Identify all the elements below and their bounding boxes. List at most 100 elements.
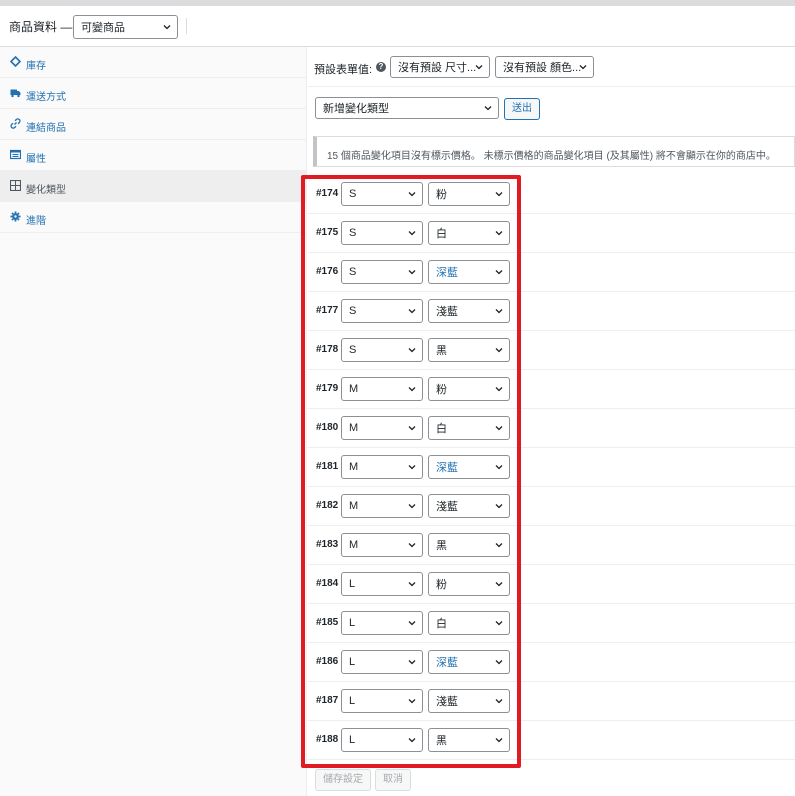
diamond-icon <box>10 56 21 67</box>
variation-color-value: 粉 <box>436 579 447 591</box>
save-changes-button[interactable]: 儲存設定 <box>315 769 371 791</box>
add-variation-select[interactable]: 新增變化類型 <box>315 97 499 119</box>
variation-id: #184 <box>316 578 339 589</box>
variation-color-select[interactable]: 黑 <box>428 728 510 752</box>
variation-size-select[interactable]: M <box>341 494 423 518</box>
chevron-down-icon <box>494 501 504 511</box>
default-form-values-label: 預設表單值: <box>314 64 373 76</box>
variation-color-select[interactable]: 淺藍 <box>428 299 510 323</box>
chevron-down-icon <box>407 501 417 511</box>
chevron-down-icon <box>407 228 417 238</box>
variation-color-value: 深藍 <box>436 657 458 669</box>
cancel-button[interactable]: 取消 <box>375 769 411 791</box>
variation-color-value: 淺藍 <box>436 306 458 318</box>
chevron-down-icon <box>483 103 493 113</box>
tab-attributes[interactable]: 屬性 <box>0 140 306 171</box>
variation-row[interactable]: #184 L 粉 <box>308 565 795 604</box>
default-color-select[interactable]: 沒有預設 顏色... <box>495 56 594 78</box>
variation-size-select[interactable]: M <box>341 455 423 479</box>
variation-size-select[interactable]: M <box>341 533 423 557</box>
default-size-value: 沒有預設 尺寸... <box>398 62 477 74</box>
product-data-header: 商品資料 — 可變商品 <box>0 6 795 47</box>
variation-color-select[interactable]: 黑 <box>428 338 510 362</box>
variation-row[interactable]: #175 S 白 <box>308 214 795 253</box>
variation-size-value: L <box>349 578 356 590</box>
variation-size-select[interactable]: M <box>341 416 423 440</box>
variation-color-value: 黑 <box>436 345 447 357</box>
variation-size-select[interactable]: M <box>341 377 423 401</box>
variation-color-select[interactable]: 粉 <box>428 182 510 206</box>
variation-id: #176 <box>316 266 339 277</box>
help-icon[interactable]: ? <box>376 62 386 72</box>
variation-color-value: 淺藍 <box>436 501 458 513</box>
variation-color-select[interactable]: 粉 <box>428 377 510 401</box>
add-variation-value: 新增變化類型 <box>323 103 389 115</box>
variation-color-value: 淺藍 <box>436 696 458 708</box>
default-color-value: 沒有預設 顏色... <box>503 62 582 74</box>
variation-size-select[interactable]: S <box>341 338 423 362</box>
chevron-down-icon <box>407 267 417 277</box>
chevron-down-icon <box>494 579 504 589</box>
variation-color-value: 粉 <box>436 189 447 201</box>
variation-color-select[interactable]: 白 <box>428 221 510 245</box>
variation-size-value: L <box>349 695 356 707</box>
list-icon <box>10 149 21 160</box>
default-size-select[interactable]: 沒有預設 尺寸... <box>390 56 490 78</box>
variation-size-select[interactable]: S <box>341 221 423 245</box>
variation-row[interactable]: #187 L 淺藍 <box>308 682 795 721</box>
chevron-down-icon <box>474 62 484 72</box>
chevron-down-icon <box>494 267 504 277</box>
variation-size-select[interactable]: S <box>341 260 423 284</box>
price-notice: 15 個商品變化項目沒有標示價格。 未標示價格的商品變化項目 (及其屬性) 將不… <box>313 136 795 167</box>
variation-color-select[interactable]: 深藍 <box>428 455 510 479</box>
variation-size-select[interactable]: L <box>341 572 423 596</box>
variation-row[interactable]: #180 M 白 <box>308 409 795 448</box>
variation-row[interactable]: #176 S 深藍 <box>308 253 795 292</box>
variation-color-select[interactable]: 深藍 <box>428 260 510 284</box>
variation-row[interactable]: #182 M 淺藍 <box>308 487 795 526</box>
variation-id: #185 <box>316 617 339 628</box>
variation-row[interactable]: #174 S 粉 <box>308 175 795 214</box>
go-button[interactable]: 送出 <box>504 98 540 120</box>
variation-color-select[interactable]: 白 <box>428 416 510 440</box>
variation-color-select[interactable]: 黑 <box>428 533 510 557</box>
variation-row[interactable]: #186 L 深藍 <box>308 643 795 682</box>
tab-inventory[interactable]: 庫存 <box>0 47 306 78</box>
variation-row[interactable]: #178 S 黑 <box>308 331 795 370</box>
variation-size-select[interactable]: L <box>341 650 423 674</box>
tab-shipping[interactable]: 運送方式 <box>0 78 306 109</box>
variation-size-select[interactable]: S <box>341 299 423 323</box>
tab-advanced[interactable]: 進階 <box>0 202 306 233</box>
chevron-down-icon <box>494 735 504 745</box>
variation-color-select[interactable]: 淺藍 <box>428 494 510 518</box>
variation-row[interactable]: #185 L 白 <box>308 604 795 643</box>
variation-size-value: S <box>349 266 357 278</box>
product-data-tabs: 庫存 運送方式 連結商品 屬性 變化類型 進階 <box>0 47 307 796</box>
gear-icon <box>10 211 21 222</box>
chevron-down-icon <box>407 384 417 394</box>
chevron-down-icon <box>494 423 504 433</box>
variation-size-value: S <box>349 344 357 356</box>
variation-size-select[interactable]: L <box>341 689 423 713</box>
variation-color-select[interactable]: 白 <box>428 611 510 635</box>
variation-row[interactable]: #179 M 粉 <box>308 370 795 409</box>
tab-variations[interactable]: 變化類型 <box>0 171 306 202</box>
chevron-down-icon <box>494 384 504 394</box>
variation-size-select[interactable]: L <box>341 728 423 752</box>
product-type-select[interactable]: 可變商品 <box>73 15 178 39</box>
chevron-down-icon <box>407 735 417 745</box>
variation-row[interactable]: #183 M 黑 <box>308 526 795 565</box>
chevron-down-icon <box>407 579 417 589</box>
variation-size-select[interactable]: S <box>341 182 423 206</box>
variation-size-select[interactable]: L <box>341 611 423 635</box>
variation-color-select[interactable]: 深藍 <box>428 650 510 674</box>
chevron-down-icon <box>494 696 504 706</box>
variation-row[interactable]: #188 L 黑 <box>308 721 795 760</box>
variation-size-value: M <box>349 461 359 473</box>
tab-linked-products[interactable]: 連結商品 <box>0 109 306 140</box>
chevron-down-icon <box>494 462 504 472</box>
variation-row[interactable]: #177 S 淺藍 <box>308 292 795 331</box>
variation-color-select[interactable]: 粉 <box>428 572 510 596</box>
variation-row[interactable]: #181 M 深藍 <box>308 448 795 487</box>
variation-color-select[interactable]: 淺藍 <box>428 689 510 713</box>
